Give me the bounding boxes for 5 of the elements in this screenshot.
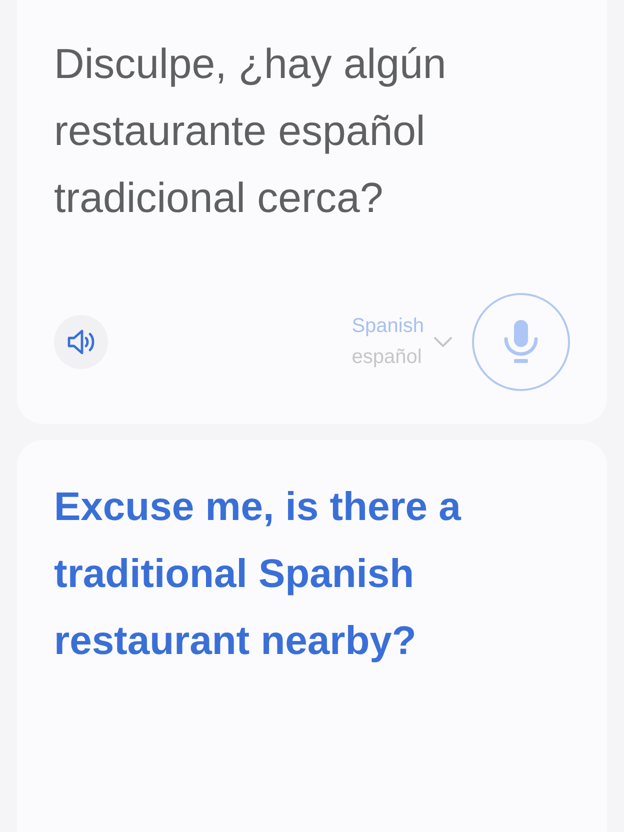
source-text: Disculpe, ¿hay algún restaurante español tradicional cerca? [54,39,448,223]
speaker-icon [66,328,96,356]
chevron-down-icon [434,337,452,347]
translation-text: Excuse me, is there a traditional Spanish restaurant nearby? [54,484,462,665]
microphone-icon [503,319,539,365]
